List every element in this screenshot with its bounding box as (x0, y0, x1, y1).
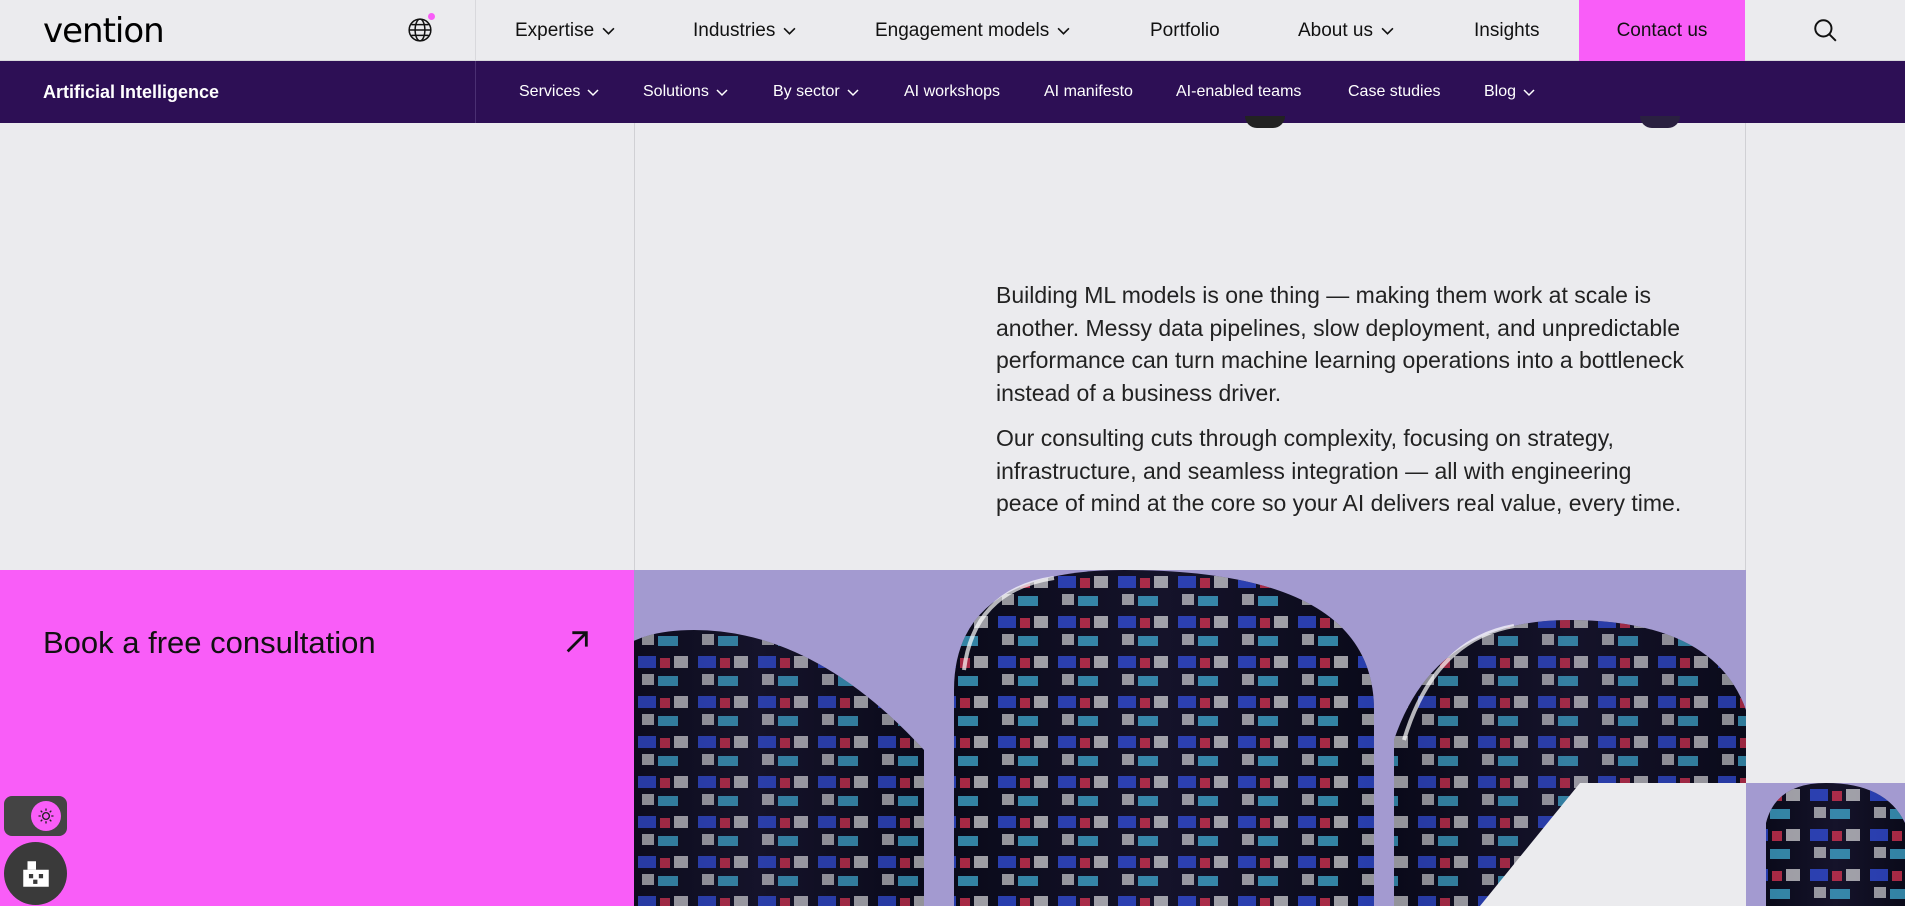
subnav-ai-manifesto[interactable]: AI manifesto (1044, 61, 1133, 123)
subnav-label: Case studies (1348, 83, 1441, 100)
chevron-down-icon (716, 89, 728, 97)
accessibility-button[interactable] (4, 842, 67, 905)
nav-industries[interactable]: Industries (693, 0, 796, 61)
chevron-down-icon (1381, 27, 1394, 35)
arrow-up-right-icon (566, 631, 588, 653)
subnav-services[interactable]: Services (519, 61, 599, 123)
subnav-label: AI manifesto (1044, 83, 1133, 100)
subnav-label: AI-enabled teams (1176, 83, 1302, 100)
nav-label: Engagement models (875, 19, 1050, 41)
subnav-by-sector[interactable]: By sector (773, 61, 859, 123)
decorative-shape (1640, 116, 1680, 128)
consulting-paragraph: Our consulting cuts through complexity, … (996, 425, 1682, 516)
chevron-down-icon (1057, 27, 1070, 35)
divider (475, 0, 476, 61)
nav-engagement-models[interactable]: Engagement models (875, 0, 1070, 61)
nav-label: Insights (1474, 19, 1540, 41)
accessibility-icon (22, 860, 49, 887)
chevron-down-icon (1523, 89, 1535, 97)
nav-expertise[interactable]: Expertise (515, 0, 615, 61)
chevron-down-icon (587, 89, 599, 97)
intro-paragraph: Building ML models is one thing — making… (996, 282, 1684, 406)
top-navigation: vention Expertise Industries Engagement … (0, 0, 1905, 61)
divider (475, 61, 476, 123)
nav-label: Expertise (515, 19, 595, 41)
search-icon[interactable] (1812, 17, 1838, 43)
nav-label: About us (1298, 19, 1373, 41)
contact-us-button[interactable]: Contact us (1579, 0, 1745, 61)
subnav-blog[interactable]: Blog (1484, 61, 1535, 123)
vention-logo[interactable]: vention (43, 11, 165, 51)
nav-portfolio[interactable]: Portfolio (1150, 0, 1220, 61)
subnav-ai-workshops[interactable]: AI workshops (904, 61, 1000, 123)
glass-dome-partial (1766, 783, 1905, 906)
globe-icon[interactable] (407, 17, 433, 43)
subnav-solutions[interactable]: Solutions (643, 61, 728, 123)
theme-toggle[interactable] (4, 796, 67, 836)
nav-label: Industries (693, 19, 776, 41)
chevron-down-icon (847, 89, 859, 97)
section-navigation: Artificial Intelligence Services Solutio… (0, 61, 1905, 123)
decorative-shape (1245, 116, 1285, 128)
chevron-down-icon (602, 27, 615, 35)
side-image (1746, 783, 1905, 906)
subnav-case-studies[interactable]: Case studies (1348, 61, 1441, 123)
subnav-label: Solutions (643, 83, 709, 100)
section-title[interactable]: Artificial Intelligence (43, 61, 219, 123)
subnav-label: Services (519, 83, 581, 100)
nav-label: Portfolio (1150, 19, 1220, 41)
chevron-down-icon (783, 27, 796, 35)
subnav-label: AI workshops (904, 83, 1001, 100)
subnav-label: By sector (773, 83, 840, 100)
book-consultation-card[interactable]: Book a free consultation (0, 570, 634, 906)
cta-label: Book a free consultation (43, 625, 376, 660)
sun-icon (31, 801, 61, 831)
subnav-ai-enabled-teams[interactable]: AI-enabled teams (1176, 61, 1301, 123)
subnav-label: Blog (1484, 83, 1517, 100)
nav-insights[interactable]: Insights (1474, 0, 1539, 61)
nav-about-us[interactable]: About us (1298, 0, 1394, 61)
notification-dot (428, 13, 435, 20)
